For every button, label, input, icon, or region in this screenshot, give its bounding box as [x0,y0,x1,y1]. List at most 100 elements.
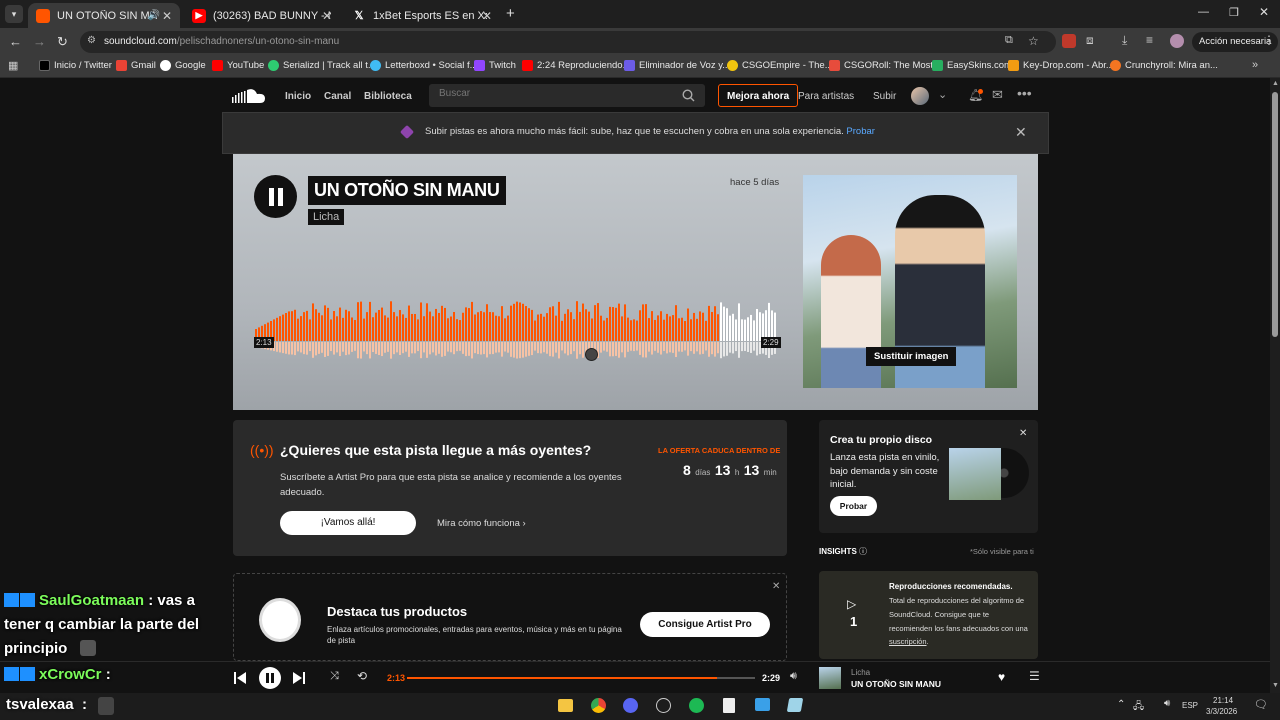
file-explorer-icon[interactable] [558,699,573,712]
bookmark-star-icon[interactable]: ☆ [1028,34,1039,48]
close-tab-icon[interactable]: ✕ [482,9,492,23]
user-avatar[interactable] [911,87,929,105]
pause-button[interactable] [254,175,297,218]
how-it-works-link[interactable]: Mira cómo funciona › [437,518,526,529]
bookmark-item[interactable]: Crunchyroll: Mira an... [1110,60,1218,71]
shuffle-icon[interactable]: ⤨ [330,670,339,683]
extension-icon[interactable] [1062,34,1076,48]
taskbar-app-icon[interactable] [786,698,804,712]
comment-avatar[interactable] [585,348,598,361]
back-icon[interactable]: ← [9,34,22,49]
bookmark-item[interactable]: CSGOEmpire - The... [727,60,833,71]
upload-link[interactable]: Subir [873,91,896,102]
nav-biblioteca[interactable]: Biblioteca [364,91,412,102]
info-icon[interactable]: ⓘ [859,547,867,556]
bookmark-item[interactable]: EasySkins.com [932,60,1012,71]
track-artist[interactable]: Licha [308,209,345,225]
nav-inicio[interactable]: Inicio [285,91,311,102]
upgrade-button[interactable]: Mejora ahora [718,84,799,107]
download-icon[interactable]: ⤓ [1122,33,1127,48]
taskbar-app-icon[interactable] [755,698,770,711]
notepad-icon[interactable] [723,698,735,713]
scroll-down-icon[interactable]: ▼ [1272,682,1279,689]
install-app-icon[interactable]: ⧉ [1005,34,1013,47]
lets-go-button[interactable]: ¡Vamos allá! [280,511,416,535]
profile-avatar-icon[interactable] [1170,34,1184,48]
player-artwork-thumb[interactable] [819,667,841,689]
close-banner-icon[interactable]: ✕ [1015,124,1027,141]
browser-menu-icon[interactable]: ⋮ [1263,33,1275,47]
reload-icon[interactable]: ↻ [57,34,68,50]
get-artist-pro-button[interactable]: Consigue Artist Pro [640,612,770,637]
tab-youtube[interactable]: ▶ (30263) BAD BUNNY - NADIE S ✕ [184,3,340,28]
search-icon[interactable] [682,89,695,102]
search-input[interactable] [439,88,669,99]
restore-icon[interactable]: ❐ [1229,6,1239,19]
disc-try-button[interactable]: Probar [830,496,877,516]
more-bookmarks-icon[interactable]: » [1252,59,1258,71]
apps-grid-icon[interactable]: ▦ [8,59,18,72]
close-disc-icon[interactable]: ✕ [1019,428,1027,439]
cover-artwork[interactable]: Sustituir imagen [803,175,1017,388]
new-tab-button[interactable]: + [506,5,515,22]
player-pause-button[interactable] [259,667,281,689]
minimize-icon[interactable]: — [1198,6,1209,18]
player-title[interactable]: UN OTOÑO SIN MANU [851,679,941,689]
tab-x[interactable]: 𝕏 1xBet Esports ES en X: "CS:GO \ ✕ [344,3,500,28]
banner-try-link[interactable]: Probar [846,126,875,137]
spotify-icon[interactable] [689,698,704,713]
network-icon[interactable]: 🖧︎ [1133,699,1144,716]
volume-tray-icon[interactable]: 🔊︎ [1164,698,1170,709]
tab-soundcloud[interactable]: UN OTOÑO SIN MANU de l 🔊 ✕ [28,3,180,28]
close-window-icon[interactable]: ✕ [1259,5,1269,19]
volume-icon[interactable]: 🔊︎ [790,670,797,683]
like-heart-icon[interactable]: ♥ [998,670,1005,684]
bookmark-item[interactable]: Key-Drop.com - Abr... [1008,60,1114,71]
player-artist[interactable]: Licha [851,668,870,677]
bookmark-item[interactable]: 2:24 Reproduciendo... [522,60,630,71]
bookmark-item[interactable]: Google [160,60,206,71]
close-tab-icon[interactable]: ✕ [322,9,332,23]
close-tab-icon[interactable]: ✕ [162,9,172,23]
next-track-icon[interactable] [293,672,305,684]
page-scrollbar[interactable]: ▲ ▼ [1270,78,1280,693]
bookmark-item[interactable]: CSGORoll: The Most... [829,60,941,71]
nav-canal[interactable]: Canal [324,91,351,102]
soundcloud-logo-icon[interactable] [232,88,266,104]
tray-expand-icon[interactable]: ⌃ [1117,699,1125,710]
clock-date[interactable]: 3/3/2026 [1206,707,1237,716]
bookmark-item[interactable]: Eliminador de Voz y... [624,60,730,71]
clock-time[interactable]: 21:14 [1213,696,1233,705]
waveform[interactable] [255,299,777,369]
messages-icon[interactable]: ✉ [992,87,1003,103]
bookmark-item[interactable]: Gmail [116,60,156,71]
bookmark-item[interactable]: Letterboxd • Social f... [370,60,478,71]
site-info-icon[interactable]: ⚙ [87,35,96,46]
search-box[interactable] [429,84,705,107]
forward-icon[interactable]: → [33,34,46,49]
more-options-icon[interactable]: ••• [1017,85,1032,101]
scroll-up-icon[interactable]: ▲ [1272,80,1279,87]
chrome-icon[interactable] [591,698,606,713]
replace-image-button[interactable]: Sustituir imagen [866,347,957,366]
for-artists-link[interactable]: Para artistas [798,91,854,102]
media-control-icon[interactable]: ≡ [1146,33,1153,47]
extensions-puzzle-icon[interactable]: ⧈ [1086,33,1094,48]
bookmark-item[interactable]: Serializd | Track all t... [268,60,376,71]
notifications-icon[interactable]: 🗨︎ [1254,698,1268,711]
progress-track[interactable] [407,677,755,679]
bookmark-item[interactable]: Inicio / Twitter [39,60,112,71]
close-products-icon[interactable]: ✕ [772,581,780,592]
bookmark-item[interactable]: YouTube [212,60,264,71]
url-field[interactable]: ⚙ soundcloud.com/pelischadnoners/un-oton… [80,31,1056,53]
queue-icon[interactable]: ☰ [1029,669,1040,683]
repeat-icon[interactable]: ⟲ [357,669,367,683]
previous-track-icon[interactable] [234,672,246,684]
scroll-thumb[interactable] [1272,92,1278,337]
language-indicator[interactable]: ESP [1182,701,1198,710]
chevron-down-icon[interactable]: ⌄ [938,88,947,101]
steam-icon[interactable] [656,698,671,713]
subscription-link[interactable]: suscripción [889,637,927,646]
tab-list-dropdown-button[interactable]: ▾ [5,5,23,23]
discord-icon[interactable] [623,698,638,713]
